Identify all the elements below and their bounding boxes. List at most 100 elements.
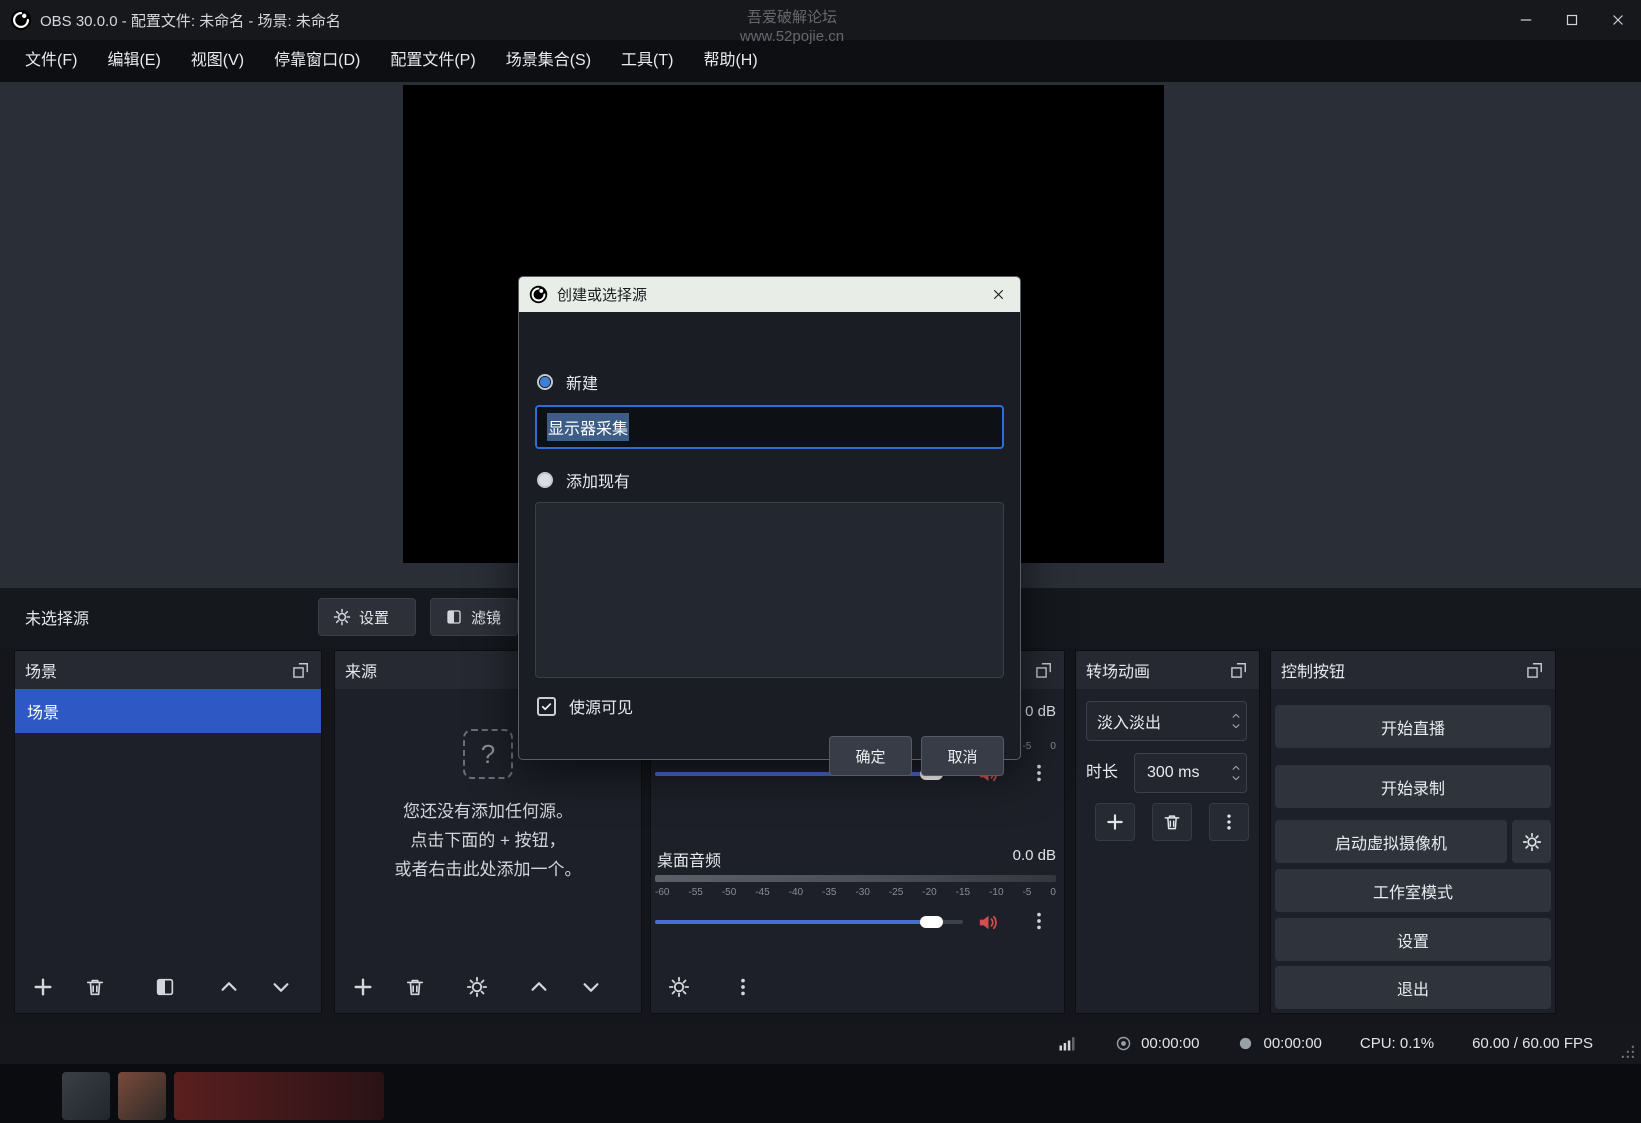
chevron-down-icon	[270, 976, 292, 998]
window-title: OBS 30.0.0 - 配置文件: 未命名 - 场景: 未命名	[40, 10, 341, 31]
stream-status-icon	[1115, 1035, 1132, 1052]
studio-mode-button[interactable]: 工作室模式	[1275, 869, 1551, 912]
source-name-input[interactable]: 显示器采集	[535, 405, 1004, 449]
db-tick: -25	[889, 887, 903, 898]
start-recording-button[interactable]: 开始录制	[1275, 765, 1551, 808]
ok-button[interactable]: 确定	[829, 736, 912, 776]
obs-main-window: OBS 30.0.0 - 配置文件: 未命名 - 场景: 未命名 吾爱破解论坛 …	[0, 0, 1641, 1123]
kebab-icon	[732, 976, 754, 998]
record-timer: 00:00:00	[1237, 1035, 1321, 1052]
dialog-header[interactable]: 创建或选择源	[519, 277, 1020, 312]
transition-select[interactable]: 淡入淡出	[1086, 701, 1247, 741]
cancel-button[interactable]: 取消	[921, 736, 1004, 776]
move-scene-down-button[interactable]	[267, 973, 295, 1001]
make-source-visible-label: 使源可见	[569, 694, 633, 718]
window-controls	[1503, 0, 1641, 40]
source-properties-toolbar-button[interactable]	[463, 973, 491, 1001]
minimize-button[interactable]	[1503, 0, 1549, 40]
menu-edit[interactable]: 编辑(E)	[92, 40, 175, 82]
source-filters-button[interactable]: 滤镜	[430, 598, 518, 636]
close-button[interactable]	[1595, 0, 1641, 40]
move-source-up-button[interactable]	[525, 973, 553, 1001]
mute-speaker-icon[interactable]	[977, 911, 1000, 934]
trash-icon	[404, 976, 426, 998]
gear-icon	[1522, 832, 1542, 852]
move-source-down-button[interactable]	[577, 973, 605, 1001]
stream-timer: 00:00:00	[1115, 1035, 1199, 1052]
controls-dock-header: 控制按钮	[1271, 651, 1555, 689]
menu-help[interactable]: 帮助(H)	[688, 40, 772, 82]
advanced-audio-button[interactable]	[665, 973, 693, 1001]
add-scene-button[interactable]	[29, 973, 57, 1001]
scene-list-item[interactable]: 场景	[15, 689, 321, 733]
dialog-close-button[interactable]	[986, 283, 1010, 307]
add-existing-radio-row[interactable]: 添加现有	[537, 468, 630, 492]
connection-signal-icon	[1057, 1033, 1077, 1053]
create-new-label: 新建	[566, 370, 598, 394]
make-source-visible-row[interactable]: 使源可见	[537, 694, 633, 718]
menu-view[interactable]: 视图(V)	[176, 40, 259, 82]
controls-dock: 控制按钮 开始直播 开始录制 启动虚拟摄像机 工作室模式 设置 退出	[1270, 650, 1556, 1014]
slider-thumb[interactable]	[920, 916, 943, 928]
empty-hint-line: 或者右击此处添加一个。	[395, 855, 582, 884]
source-name-value: 显示器采集	[547, 413, 629, 441]
channel1-options-button[interactable]	[1028, 762, 1052, 786]
popout-icon[interactable]	[1525, 660, 1545, 680]
duration-label: 时长	[1086, 753, 1118, 793]
channel2-volume-slider[interactable]	[655, 910, 963, 934]
status-bar: 00:00:00 00:00:00 CPU: 0.1% 60.00 / 60.0…	[0, 1022, 1641, 1064]
existing-sources-listbox[interactable]	[535, 502, 1004, 678]
popout-icon[interactable]	[1034, 660, 1054, 680]
resize-grip[interactable]	[1617, 1041, 1637, 1061]
db-tick: -10	[989, 887, 1003, 898]
channel2-options-button[interactable]	[1028, 910, 1052, 934]
move-scene-up-button[interactable]	[215, 973, 243, 1001]
popout-icon[interactable]	[1229, 660, 1249, 680]
menu-profile[interactable]: 配置文件(P)	[375, 40, 490, 82]
taskbar-thumbnail[interactable]	[174, 1072, 384, 1120]
add-transition-button[interactable]	[1095, 803, 1135, 841]
maximize-button[interactable]	[1549, 0, 1595, 40]
radio-unselected-icon[interactable]	[537, 472, 553, 488]
taskbar-thumbnail[interactable]	[118, 1072, 166, 1120]
scene-filters-button[interactable]	[151, 973, 179, 1001]
kebab-icon	[1219, 812, 1239, 832]
checkbox-checked-icon[interactable]	[537, 697, 556, 716]
start-streaming-button[interactable]: 开始直播	[1275, 705, 1551, 748]
scenes-dock: 场景 场景	[14, 650, 322, 1014]
transition-options-button[interactable]	[1209, 803, 1249, 841]
remove-scene-button[interactable]	[81, 973, 109, 1001]
taskbar-thumbnail[interactable]	[62, 1072, 110, 1120]
menu-docks[interactable]: 停靠窗口(D)	[259, 40, 375, 82]
create-new-radio-row[interactable]: 新建	[537, 370, 598, 394]
settings-button[interactable]: 设置	[1275, 918, 1551, 961]
menu-file[interactable]: 文件(F)	[10, 40, 92, 82]
kebab-icon	[1028, 762, 1050, 784]
trash-icon	[84, 976, 106, 998]
menu-scene-collection[interactable]: 场景集合(S)	[491, 40, 606, 82]
start-virtual-camera-button[interactable]: 启动虚拟摄像机	[1275, 820, 1507, 863]
source-properties-button[interactable]: 设置	[318, 598, 416, 636]
mixer-options-button[interactable]	[729, 973, 757, 1001]
controls-body: 开始直播 开始录制 启动虚拟摄像机 工作室模式 设置 退出	[1271, 689, 1555, 1013]
titlebar: OBS 30.0.0 - 配置文件: 未命名 - 场景: 未命名	[0, 0, 1641, 40]
duration-spinbox[interactable]: 300 ms	[1134, 753, 1247, 793]
scenes-list: 场景	[15, 689, 321, 961]
exit-button[interactable]: 退出	[1275, 966, 1551, 1009]
popout-icon[interactable]	[291, 660, 311, 680]
radio-selected-icon[interactable]	[537, 374, 553, 390]
remove-source-button[interactable]	[401, 973, 429, 1001]
create-source-dialog: 创建或选择源 新建 显示器采集 添加现有 使源可见 确定 取消	[518, 276, 1021, 760]
db-tick: -60	[655, 887, 669, 898]
chevron-up-icon	[218, 976, 240, 998]
menu-tools[interactable]: 工具(T)	[606, 40, 688, 82]
spin-arrows-icon[interactable]	[1226, 754, 1246, 792]
kebab-icon	[1028, 910, 1050, 932]
obs-logo-icon	[10, 9, 32, 31]
add-source-button[interactable]	[349, 973, 377, 1001]
channel2-name: 桌面音频	[657, 847, 721, 871]
dialog-body: 新建 显示器采集 添加现有 使源可见 确定 取消	[519, 312, 1020, 761]
chevron-up-icon	[528, 976, 550, 998]
remove-transition-button[interactable]	[1152, 803, 1192, 841]
virtual-camera-settings-button[interactable]	[1512, 820, 1551, 863]
